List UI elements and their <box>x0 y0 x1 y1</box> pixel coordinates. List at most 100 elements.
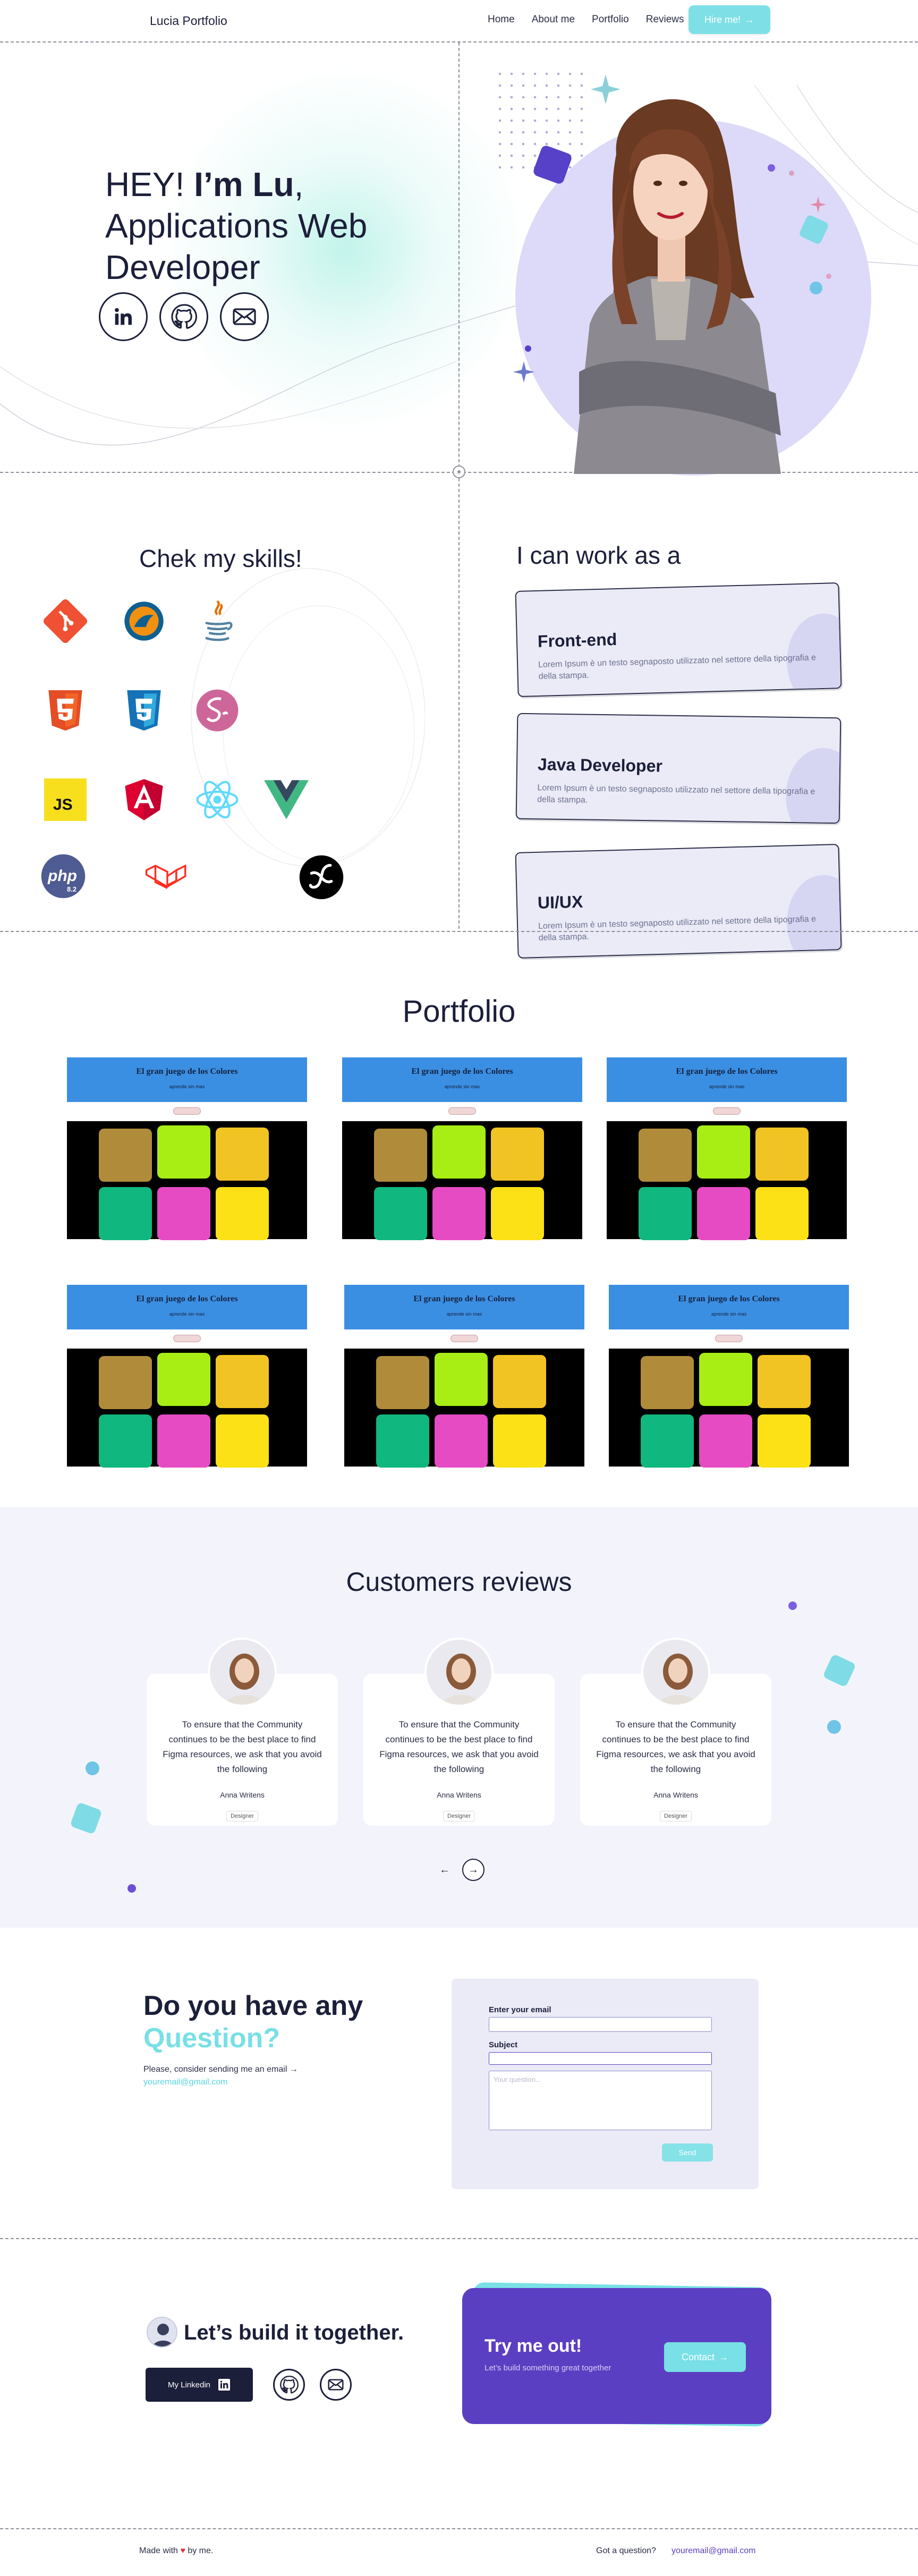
avatar <box>424 1638 494 1707</box>
github-link[interactable] <box>273 2369 305 2401</box>
portfolio-card-badge <box>713 1107 741 1115</box>
portfolio-card-badge <box>715 1335 743 1342</box>
color-tile <box>641 1414 694 1468</box>
portfolio-card-title: El gran juego de los Colores <box>676 1067 778 1076</box>
portfolio-card-badge <box>448 1107 476 1115</box>
question-textarea[interactable]: Your question... <box>489 2071 712 2130</box>
contact-form: Enter your email Subject Your question..… <box>452 1979 759 2189</box>
arrow-right-icon: → <box>745 14 754 25</box>
color-tile <box>491 1128 544 1181</box>
question-email-link[interactable]: youremail@gmail.com <box>143 2078 228 2087</box>
footer-by-me: by me. <box>188 2546 214 2555</box>
footer-made-with: Made with <box>139 2546 178 2555</box>
portfolio-card-preview <box>67 1121 307 1240</box>
java-icon <box>193 597 241 645</box>
color-tile <box>755 1187 809 1240</box>
avatar <box>641 1638 710 1707</box>
linkedin-button[interactable]: My Linkedin <box>146 2368 253 2402</box>
nav-link-reviews[interactable]: Reviews <box>646 14 684 26</box>
color-tile <box>639 1129 692 1182</box>
mail-icon <box>328 2379 344 2391</box>
color-tile <box>99 1414 152 1468</box>
portfolio-card-preview <box>609 1349 849 1468</box>
color-tile <box>432 1187 486 1240</box>
color-tile <box>216 1355 269 1408</box>
portfolio-card-header: El gran juego de los Colores aprende sin … <box>344 1285 584 1329</box>
portfolio-card-preview <box>607 1121 847 1240</box>
portfolio-card[interactable]: El gran juego de los Colores aprende sin … <box>344 1285 584 1468</box>
color-tile <box>639 1187 692 1240</box>
portfolio-card-title: El gran juego de los Colores <box>411 1067 513 1076</box>
review-name: Anna Writens <box>220 1791 265 1799</box>
css3-icon <box>120 687 168 734</box>
laravel-icon <box>143 852 191 900</box>
color-tile <box>157 1125 210 1179</box>
vue-icon <box>262 776 310 824</box>
question-title-accent: Question? <box>143 2023 280 2054</box>
color-tile <box>99 1187 152 1240</box>
portfolio-card-header: El gran juego de los Colores aprende sin … <box>607 1057 847 1102</box>
portfolio-card-subtitle: aprende sin mas <box>444 1084 480 1089</box>
review-name: Anna Writens <box>437 1791 481 1799</box>
review-name: Anna Writens <box>653 1791 698 1799</box>
portfolio-card[interactable]: El gran juego de los Colores aprende sin … <box>609 1285 849 1468</box>
review-text: To ensure that the Community continues t… <box>379 1719 539 1774</box>
email-link[interactable] <box>220 292 269 341</box>
portfolio-card-header: El gran juego de los Colores aprende sin … <box>67 1057 307 1102</box>
hero-divider-v <box>458 43 460 473</box>
linkedin-link[interactable] <box>99 292 148 341</box>
brand-logo[interactable]: Lucia Portfolio <box>150 14 227 28</box>
subject-field[interactable] <box>489 2052 712 2065</box>
color-tile <box>216 1128 269 1181</box>
nav-link-about[interactable]: About me <box>532 14 575 26</box>
portfolio-card[interactable]: El gran juego de los Colores aprende sin … <box>67 1057 307 1240</box>
color-tile <box>755 1128 809 1181</box>
nav-link-portfolio[interactable]: Portfolio <box>592 14 629 26</box>
hire-me-button[interactable]: Hire me! → <box>688 5 770 34</box>
reviews-prev-button[interactable]: ← <box>434 1859 456 1881</box>
git-icon <box>41 597 89 645</box>
avatar <box>208 1638 277 1707</box>
color-tile <box>493 1355 546 1408</box>
color-tile <box>376 1414 429 1468</box>
react-icon <box>193 776 241 824</box>
role-card-text: Lorem Ipsum è un testo segnaposto utiliz… <box>537 783 815 805</box>
email-link[interactable] <box>320 2369 352 2401</box>
color-tile <box>697 1187 750 1240</box>
reviews-next-button[interactable]: → <box>462 1859 484 1881</box>
portfolio-card[interactable]: El gran juego de los Colores aprende sin … <box>342 1057 582 1240</box>
arrow-left-icon: ← <box>439 1863 450 1876</box>
hero-decorations <box>513 74 831 383</box>
color-tile <box>374 1129 427 1182</box>
role-card-text: Lorem Ipsum è un testo segnaposto utiliz… <box>538 653 817 681</box>
send-button[interactable]: Send <box>662 2143 713 2162</box>
color-tile <box>376 1356 429 1409</box>
linkedin-icon <box>218 2379 231 2391</box>
color-tile <box>99 1356 152 1409</box>
portfolio-card[interactable]: El gran juego de los Colores aprende sin … <box>607 1057 847 1240</box>
nav-link-home[interactable]: Home <box>488 14 515 26</box>
portfolio-card-badge <box>173 1335 201 1342</box>
github-link[interactable] <box>159 292 208 341</box>
portfolio-card[interactable]: El gran juego de los Colores aprende sin … <box>67 1285 307 1468</box>
hero-line2: Applications Web <box>105 207 368 245</box>
portfolio-card-header: El gran juego de los Colores aprende sin … <box>609 1285 849 1329</box>
color-tile <box>432 1125 486 1179</box>
color-tile <box>157 1187 210 1240</box>
portfolio-title: Portfolio <box>402 994 516 1029</box>
color-tile <box>216 1187 269 1240</box>
divider <box>0 2528 918 2529</box>
linkedin-button-label: My Linkedin <box>167 2380 211 2389</box>
avatar <box>147 2317 177 2348</box>
role-card-uiux: UI/UX Lorem Ipsum è un testo segnaposto … <box>515 844 842 959</box>
color-tile <box>374 1187 427 1240</box>
contact-button[interactable]: Contact → <box>664 2342 746 2372</box>
heart-icon: ♥ <box>180 2546 185 2555</box>
color-tile <box>216 1414 269 1468</box>
footer-email-link[interactable]: youremail@gmail.com <box>672 2546 756 2556</box>
role-card-title: UI/UX <box>537 892 583 912</box>
portfolio-card-title: El gran juego de los Colores <box>136 1294 238 1303</box>
footer-credit: Made with ♥ by me. <box>139 2546 213 2556</box>
email-field[interactable] <box>489 2017 712 2032</box>
email-label: Enter your email <box>489 2005 551 2014</box>
